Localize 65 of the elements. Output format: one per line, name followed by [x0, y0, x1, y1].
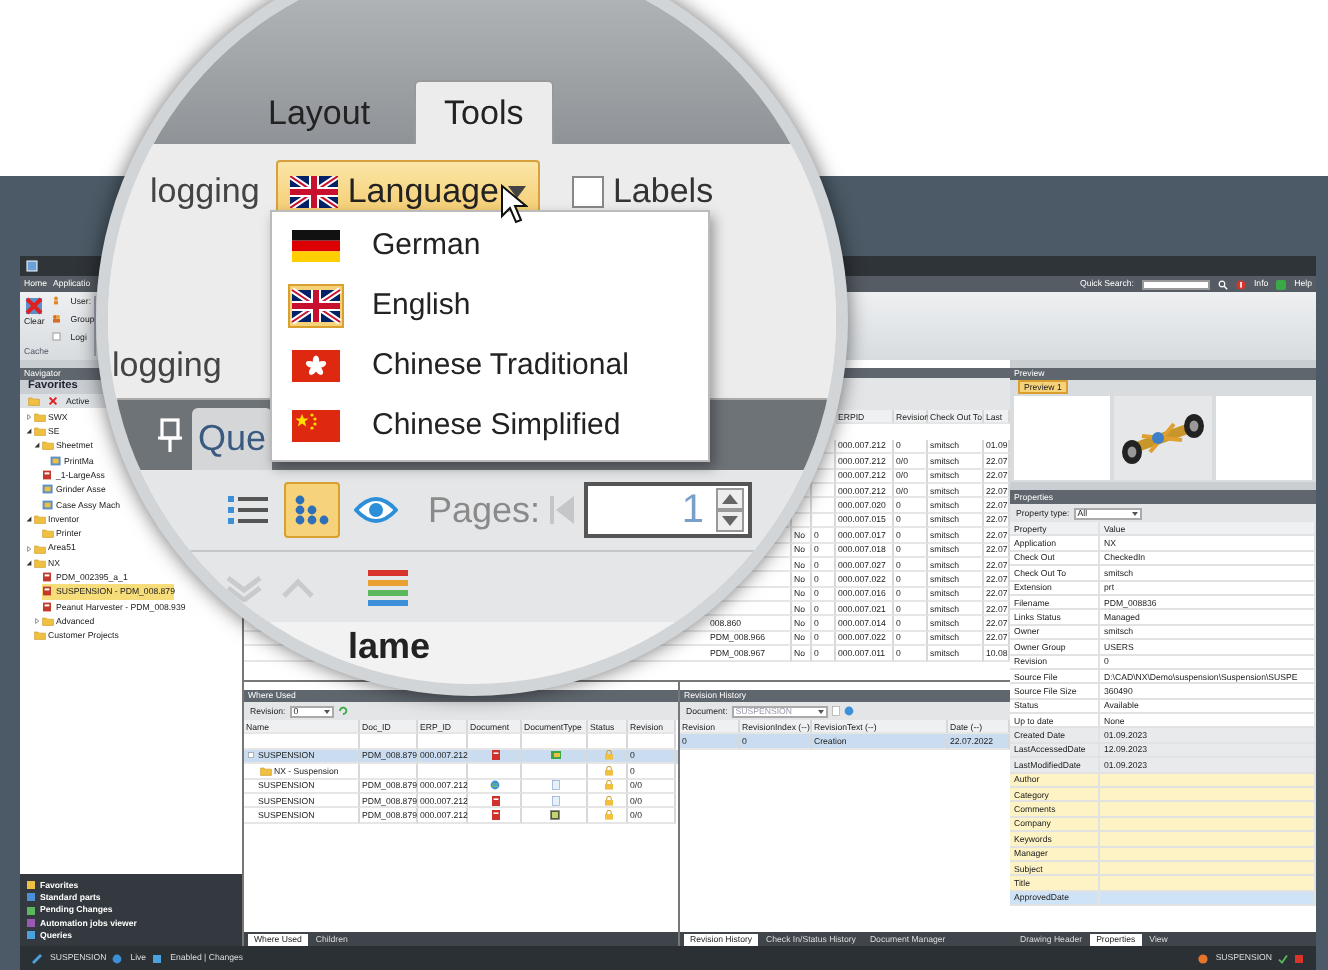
eye-icon — [354, 496, 398, 524]
group-icon — [52, 314, 63, 325]
pin-icon — [156, 418, 184, 454]
search-field[interactable] — [1141, 279, 1210, 289]
document-icon — [491, 810, 499, 821]
warning-icon — [1197, 953, 1208, 963]
collapsed-icon[interactable] — [26, 545, 32, 552]
window-icon — [152, 953, 163, 963]
check-icon — [1278, 953, 1288, 963]
document-icon — [831, 706, 840, 716]
ribbon-tab[interactable]: Tools — [414, 79, 554, 144]
part-icon — [42, 601, 54, 612]
pencil-icon — [32, 953, 42, 963]
spinner-arrows-icon — [716, 488, 745, 532]
globe-icon — [112, 953, 123, 963]
lock-icon — [603, 810, 613, 821]
part-icon — [42, 572, 54, 583]
part-icon — [42, 470, 54, 481]
field-label: Pages: — [428, 487, 541, 534]
preview-pane — [1014, 396, 1111, 480]
collapsed-icon[interactable] — [26, 413, 32, 420]
group-label: logging — [150, 170, 260, 214]
menu-item[interactable]: Chinese Simplified — [272, 396, 708, 456]
dots-icon — [294, 494, 330, 526]
assembly-icon — [50, 455, 62, 466]
globe-icon — [843, 706, 854, 716]
ribbon-tab[interactable]: Layout — [240, 81, 399, 144]
color-bars-icon — [368, 569, 408, 605]
collapsed-icon[interactable] — [34, 618, 40, 624]
chevron-down-icon — [224, 573, 264, 601]
menu-item[interactable]: English — [272, 276, 708, 336]
user-icon — [52, 296, 63, 307]
dots-view-button[interactable] — [284, 482, 340, 538]
assembly-icon — [549, 750, 561, 761]
expand-icon — [248, 752, 254, 759]
lock-icon — [603, 750, 613, 761]
checkbox-icon[interactable] — [572, 175, 605, 208]
lock-icon — [603, 765, 613, 776]
document-icon — [491, 795, 499, 806]
tab[interactable]: Que — [192, 408, 273, 470]
lock-icon — [603, 780, 613, 791]
caret-icon — [1131, 511, 1138, 515]
delete-icon — [24, 296, 45, 316]
login-icon — [52, 332, 63, 343]
app-icon — [26, 260, 38, 272]
delete-icon — [48, 395, 58, 406]
help-icon — [1276, 279, 1287, 289]
stop-icon — [1294, 953, 1304, 963]
globe-icon — [490, 780, 500, 791]
arrow-up-icon — [280, 575, 316, 599]
drawing-icon — [550, 810, 560, 821]
preview-pane — [1215, 396, 1312, 480]
lock-icon — [603, 795, 613, 806]
part-icon — [42, 586, 54, 597]
search-icon — [1217, 279, 1228, 289]
caret-icon — [508, 185, 527, 198]
caret-icon — [817, 709, 824, 713]
document-icon — [491, 750, 499, 761]
refresh-icon — [337, 706, 348, 716]
first-page-icon — [548, 494, 577, 526]
menu-item[interactable]: Chinese Traditional — [272, 336, 708, 396]
labels-checkbox[interactable]: Labels — [572, 166, 714, 217]
info-icon — [1235, 279, 1246, 289]
list-icon — [228, 494, 268, 526]
caret-icon — [323, 709, 330, 713]
